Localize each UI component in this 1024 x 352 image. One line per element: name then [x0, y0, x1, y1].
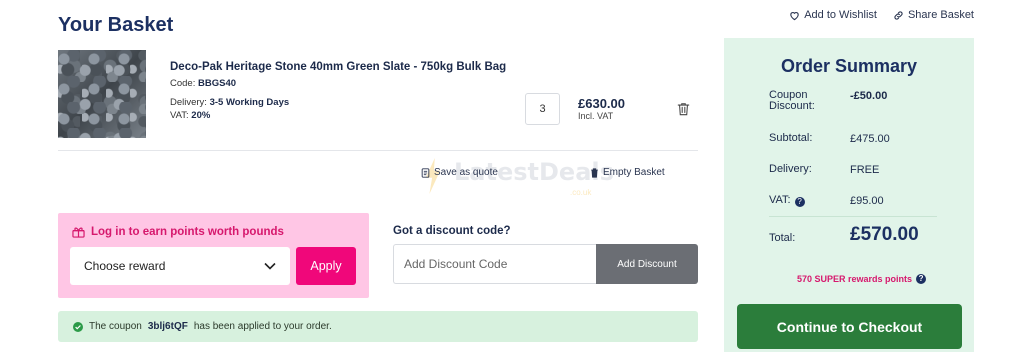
coupon-discount-label: Coupon Discount: — [769, 89, 815, 112]
chevron-down-icon — [264, 262, 276, 270]
product-vat: VAT: 20% — [170, 110, 210, 121]
share-basket-label: Share Basket — [907, 9, 974, 21]
add-to-wishlist-link[interactable]: Add to Wishlist — [789, 9, 877, 21]
price-vat-note: Incl. VAT — [578, 111, 614, 121]
product-delivery-label: Delivery: — [170, 97, 207, 108]
page-title: Your Basket — [58, 14, 174, 36]
order-summary-title: Order Summary — [780, 56, 918, 76]
apply-reward-button[interactable]: Apply — [296, 247, 356, 285]
check-circle-icon — [73, 321, 83, 332]
trash-icon[interactable] — [677, 102, 690, 116]
product-code: Code: BBGS40 — [170, 78, 236, 89]
watermark: LatestDeals .co.uk — [420, 152, 614, 204]
delivery-label: Delivery: — [769, 163, 812, 175]
delivery-value: FREE — [850, 164, 880, 176]
total-value: £570.00 — [850, 224, 919, 245]
coupon-prefix: The coupon — [89, 321, 142, 332]
vat-row-label: VAT:? — [769, 195, 805, 207]
product-image[interactable] — [58, 50, 146, 138]
share-basket-link[interactable]: Share Basket — [893, 9, 974, 21]
discount-code-input[interactable] — [393, 244, 597, 284]
rewards-points-text: 570 SUPER rewards points — [797, 274, 913, 284]
help-icon[interactable]: ? — [794, 197, 805, 207]
continue-to-checkout-button[interactable]: Continue to Checkout — [737, 304, 962, 349]
save-as-quote-link[interactable]: Save as quote — [421, 167, 498, 178]
add-discount-button[interactable]: Add Discount — [596, 244, 698, 284]
rewards-login-link[interactable]: Log in to earn points worth pounds — [72, 226, 284, 238]
vat-value: £95.00 — [850, 195, 884, 207]
reward-select-value: Choose reward — [84, 259, 166, 273]
coupon-applied-banner: The coupon 3blj6tQF has been applied to … — [58, 311, 698, 342]
product-code-value: BBGS40 — [198, 78, 237, 89]
empty-basket-link[interactable]: Empty Basket — [590, 167, 665, 178]
vat-label: VAT: — [769, 194, 791, 206]
coupon-discount-value: -£50.00 — [850, 90, 888, 102]
subtotal-label: Subtotal: — [769, 132, 813, 144]
product-delivery: Delivery: 3-5 Working Days — [170, 97, 289, 108]
trash-icon — [591, 167, 598, 178]
product-divider — [58, 150, 698, 151]
discount-code-label: Got a discount code? — [393, 225, 511, 237]
basket-actions: Add to Wishlist Share Basket — [789, 9, 974, 21]
quantity-input[interactable]: 3 — [525, 93, 560, 125]
document-icon — [421, 167, 430, 178]
rewards-login-panel: Log in to earn points worth pounds Choos… — [58, 213, 369, 298]
gift-icon — [72, 227, 85, 238]
product-vat-label: VAT: — [170, 110, 189, 121]
watermark-sub: .co.uk — [570, 188, 592, 197]
product-vat-value: 20% — [191, 110, 211, 121]
coupon-suffix: has been applied to your order. — [193, 321, 332, 332]
help-icon[interactable]: ? — [916, 274, 927, 284]
subtotal-value: £475.00 — [850, 133, 890, 145]
heart-icon — [790, 11, 799, 20]
coupon-code: 3blj6tQF — [147, 321, 188, 332]
rewards-login-title: Log in to earn points worth pounds — [91, 226, 284, 238]
order-summary-panel: Order Summary Coupon Discount: -£50.00 S… — [724, 38, 974, 352]
total-label: Total: — [769, 232, 796, 244]
empty-basket-label: Empty Basket — [603, 167, 665, 178]
product-name[interactable]: Deco-Pak Heritage Stone 40mm Green Slate… — [170, 61, 506, 73]
product-price: £630.00 — [578, 96, 625, 111]
add-to-wishlist-label: Add to Wishlist — [804, 9, 877, 21]
reward-select[interactable]: Choose reward — [70, 247, 290, 285]
product-code-label: Code: — [170, 78, 196, 89]
save-as-quote-label: Save as quote — [434, 167, 498, 178]
product-delivery-value: 3-5 Working Days — [209, 97, 290, 108]
summary-divider — [769, 216, 937, 217]
rewards-points: 570 SUPER rewards points ? — [797, 274, 927, 284]
link-icon — [894, 10, 903, 20]
